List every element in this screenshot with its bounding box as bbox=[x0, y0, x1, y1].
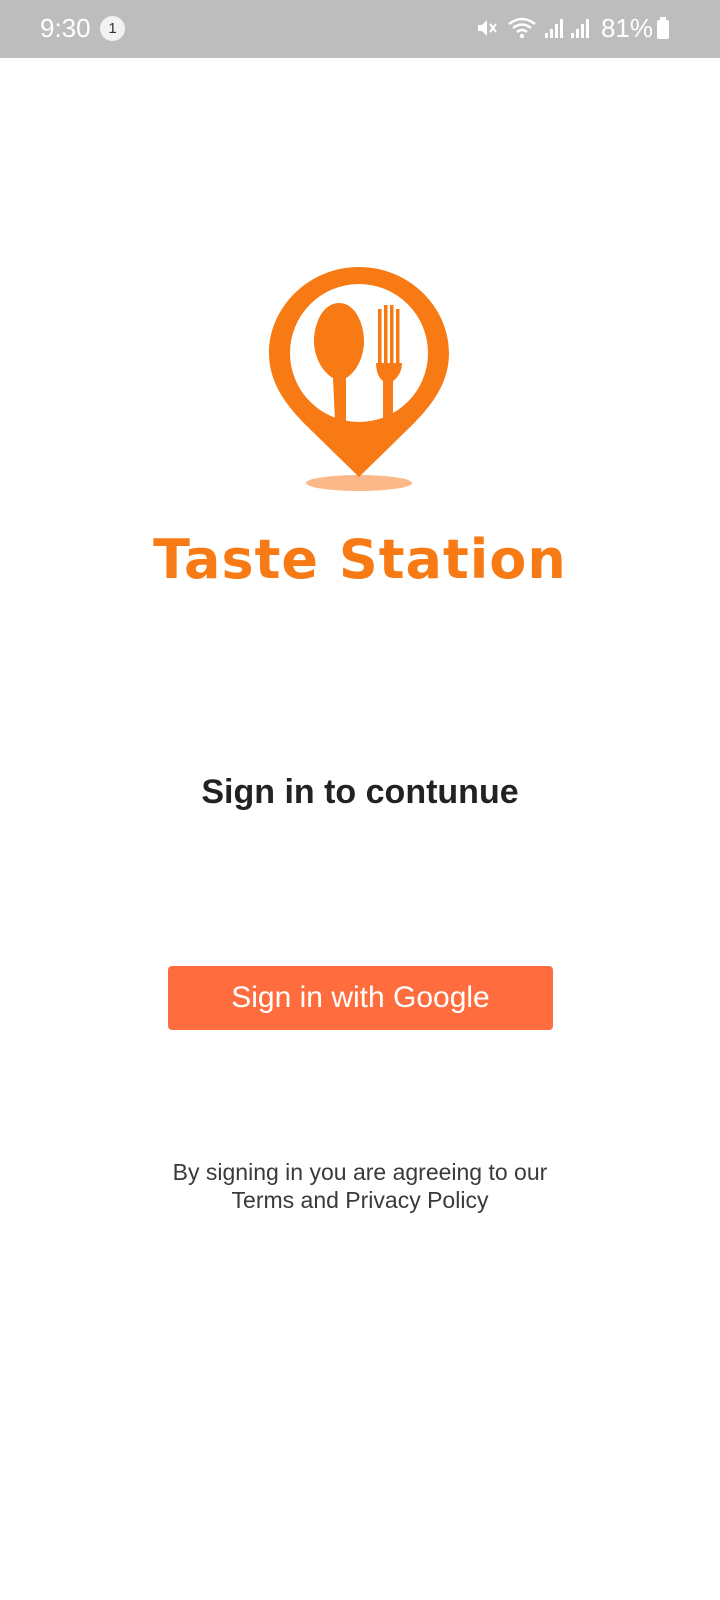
terms-privacy-link[interactable]: Terms and Privacy Policy bbox=[0, 1186, 720, 1214]
app-name: Taste Station bbox=[153, 528, 567, 591]
login-screen: 9:30 1 81% Taste Station Sign in to cont… bbox=[0, 0, 720, 1600]
terms-notice: By signing in you are agreeing to our Te… bbox=[0, 1158, 720, 1214]
signal-icon-2 bbox=[569, 16, 591, 40]
status-time: 9:30 bbox=[40, 13, 91, 43]
wifi-icon bbox=[507, 16, 537, 40]
signal-icon bbox=[543, 16, 565, 40]
battery-percentage: 81% bbox=[600, 13, 653, 43]
notification-badge: 1 bbox=[100, 16, 125, 41]
sign-in-heading: Sign in to contunue bbox=[201, 773, 519, 811]
terms-line-1: By signing in you are agreeing to our bbox=[172, 1159, 548, 1185]
status-icons: 81% bbox=[475, 12, 670, 44]
battery-icon bbox=[656, 16, 670, 40]
spoon-fork-location-pin-icon bbox=[266, 265, 456, 495]
status-bar: 9:30 1 81% bbox=[0, 0, 720, 58]
google-sign-in-button[interactable]: Sign in with Google bbox=[168, 966, 553, 1030]
mute-icon bbox=[475, 16, 499, 40]
